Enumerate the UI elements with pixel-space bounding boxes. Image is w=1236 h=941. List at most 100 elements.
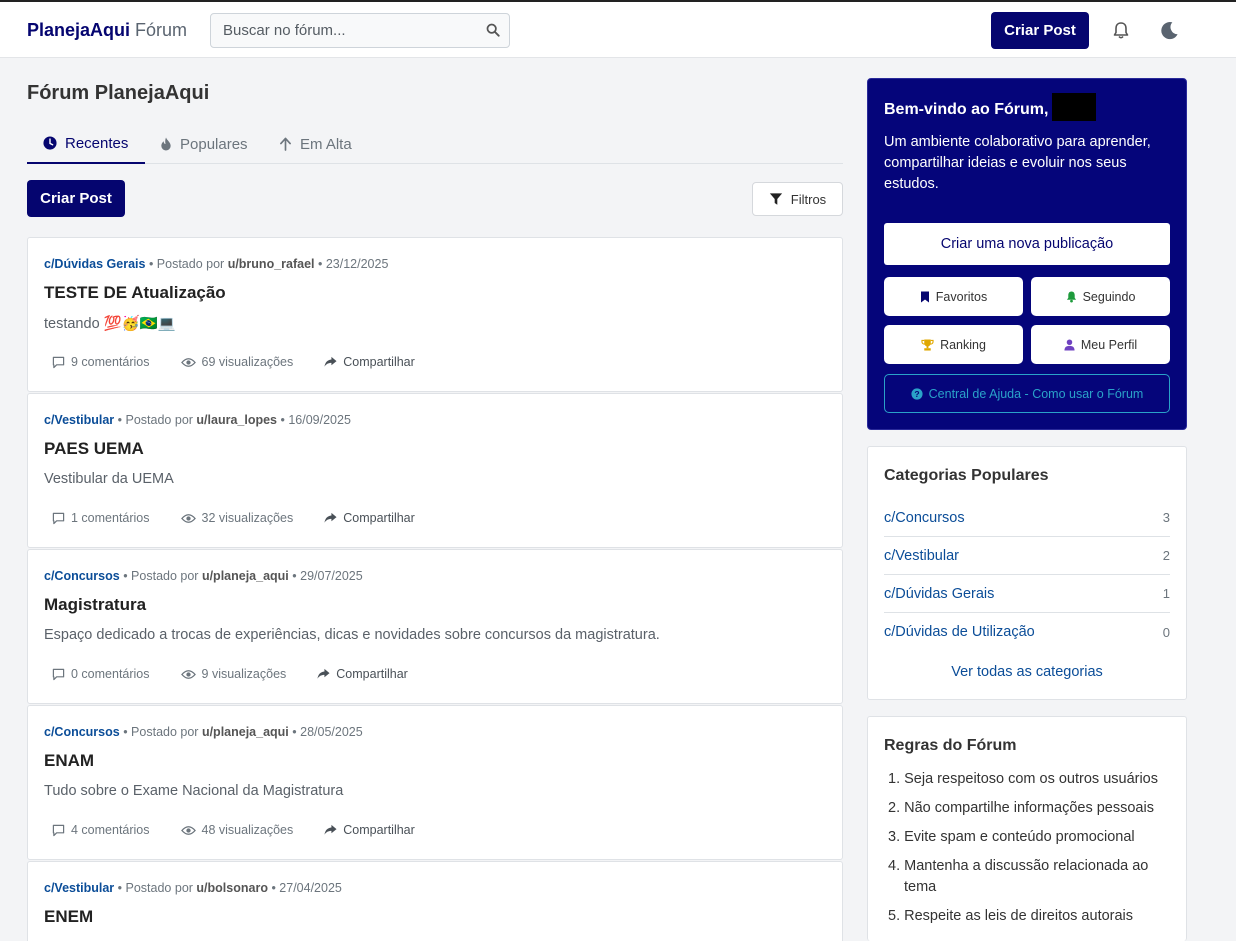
category-name[interactable]: c/Concursos <box>884 510 965 526</box>
post-date: • 23/12/2025 <box>318 257 389 271</box>
post-card[interactable]: c/Concursos • Postado por u/planeja_aqui… <box>27 705 843 860</box>
share-button[interactable]: Compartilhar <box>324 511 415 525</box>
clock-icon <box>43 136 57 150</box>
post-category-link[interactable]: c/Concursos <box>44 725 120 739</box>
search-box <box>210 13 510 48</box>
comments-button[interactable]: 9 comentários <box>52 355 150 369</box>
post-excerpt: testando 💯🥳🇧🇷💻 <box>44 316 176 332</box>
post-author-link[interactable]: u/bolsonaro <box>196 881 268 895</box>
share-label: Compartilhar <box>336 667 408 681</box>
share-label: Compartilhar <box>343 355 415 369</box>
views-label: 69 visualizações <box>201 355 294 369</box>
share-button[interactable]: Compartilhar <box>317 667 408 681</box>
post-category-link[interactable]: c/Vestibular <box>44 413 114 427</box>
forum-rules-card: Regras do Fórum 1. Seja respeitoso com o… <box>867 716 1187 941</box>
post-title[interactable]: ENEM <box>44 907 93 927</box>
comments-count: 9 comentários <box>71 355 150 369</box>
post-title[interactable]: ENAM <box>44 751 94 771</box>
post-card[interactable]: c/Vestibular • Postado por u/bolsonaro •… <box>27 861 843 941</box>
ranking-button[interactable]: Ranking <box>884 325 1023 364</box>
share-button[interactable]: Compartilhar <box>324 823 415 837</box>
post-title[interactable]: Magistratura <box>44 595 146 615</box>
post-posted-by: • Postado por <box>148 257 225 271</box>
post-meta: c/Dúvidas Gerais • Postado por u/bruno_r… <box>44 257 388 271</box>
post-date: • 29/07/2025 <box>292 569 363 583</box>
brand-logo[interactable]: PlanejaAqui Fórum <box>27 20 187 41</box>
post-date: • 28/05/2025 <box>292 725 363 739</box>
welcome-card: Bem-vindo ao Fórum, Um ambiente colabora… <box>867 78 1187 430</box>
post-category-link[interactable]: c/Vestibular <box>44 881 114 895</box>
post-author-link[interactable]: u/bruno_rafael <box>228 257 315 271</box>
rules-title: Regras do Fórum <box>884 737 1017 754</box>
help-center-button[interactable]: ? Central de Ajuda - Como usar o Fórum <box>884 374 1170 413</box>
post-meta: c/Concursos • Postado por u/planeja_aqui… <box>44 725 363 739</box>
tab-em-alta-label: Em Alta <box>300 135 352 153</box>
favorites-button[interactable]: Favoritos <box>884 277 1023 316</box>
redacted-username <box>1052 93 1097 121</box>
eye-icon <box>180 357 196 367</box>
nav-create-post-button[interactable]: Criar Post <box>991 12 1089 49</box>
post-author-link[interactable]: u/planeja_aqui <box>202 569 289 583</box>
category-name[interactable]: c/Dúvidas Gerais <box>884 586 994 602</box>
post-category-link[interactable]: c/Dúvidas Gerais <box>44 257 145 271</box>
post-actions: 1 comentários 32 visualizações Compartil… <box>52 511 446 525</box>
category-row[interactable]: c/Dúvidas Gerais 1 <box>884 575 1170 613</box>
post-card[interactable]: c/Dúvidas Gerais • Postado por u/bruno_r… <box>27 237 843 392</box>
rule-item: 5. Respeite as leis de direitos autorais <box>888 908 1134 924</box>
trophy-icon <box>921 338 934 351</box>
category-count: 1 <box>1162 586 1170 601</box>
post-date: • 16/09/2025 <box>280 413 351 427</box>
category-row[interactable]: c/Concursos 3 <box>884 499 1170 537</box>
views-count: 69 visualizações <box>180 355 294 369</box>
post-category-link[interactable]: c/Concursos <box>44 569 120 583</box>
filters-button[interactable]: Filtros <box>752 182 843 216</box>
views-count: 48 visualizações <box>180 823 294 837</box>
see-all-categories-link[interactable]: Ver todas as categorias <box>868 664 1186 680</box>
create-post-button[interactable]: Criar Post <box>27 180 125 217</box>
comments-button[interactable]: 4 comentários <box>52 823 150 837</box>
rule-item: 1. Seja respeitoso com os outros usuário… <box>888 771 1158 787</box>
tab-recentes[interactable]: Recentes <box>27 124 145 164</box>
brand-main: PlanejaAqui <box>27 20 131 40</box>
category-row[interactable]: c/Vestibular 2 <box>884 537 1170 575</box>
views-label: 48 visualizações <box>201 823 294 837</box>
share-button[interactable]: Compartilhar <box>324 355 415 369</box>
post-author-link[interactable]: u/laura_lopes <box>196 413 277 427</box>
search-icon[interactable] <box>486 23 500 42</box>
bell-icon <box>1066 291 1076 302</box>
new-publication-button[interactable]: Criar uma nova publicação <box>884 223 1170 265</box>
post-posted-by: • Postado por <box>123 725 199 739</box>
post-posted-by: • Postado por <box>117 881 193 895</box>
tab-em-alta[interactable]: Em Alta <box>279 124 352 164</box>
post-posted-by: • Postado por <box>117 413 193 427</box>
post-card[interactable]: c/Vestibular • Postado por u/laura_lopes… <box>27 393 843 548</box>
comments-count: 1 comentários <box>71 511 150 525</box>
filters-label: Filtros <box>790 191 827 207</box>
post-author-link[interactable]: u/planeja_aqui <box>202 725 289 739</box>
category-row[interactable]: c/Dúvidas de Utilização 0 <box>884 613 1170 651</box>
tab-populares[interactable]: Populares <box>160 124 248 164</box>
dark-mode-moon-icon[interactable] <box>1160 21 1179 45</box>
post-title[interactable]: PAES UEMA <box>44 439 144 459</box>
profile-button[interactable]: Meu Perfil <box>1031 325 1170 364</box>
eye-icon <box>180 669 196 679</box>
post-card[interactable]: c/Concursos • Postado por u/planeja_aqui… <box>27 549 843 704</box>
category-name[interactable]: c/Vestibular <box>884 548 959 564</box>
svg-text:?: ? <box>914 389 919 399</box>
post-title[interactable]: TESTE DE Atualização <box>44 283 226 303</box>
brand-sub: Fórum <box>135 20 188 40</box>
category-name[interactable]: c/Dúvidas de Utilização <box>884 624 1035 640</box>
views-label: 9 visualizações <box>201 667 287 681</box>
comments-count: 0 comentários <box>71 667 150 681</box>
categories-title: Categorias Populares <box>884 467 1049 484</box>
notifications-bell-icon[interactable] <box>1112 21 1130 45</box>
help-center-label: Central de Ajuda - Como usar o Fórum <box>928 386 1144 401</box>
following-button[interactable]: Seguindo <box>1031 277 1170 316</box>
comments-button[interactable]: 0 comentários <box>52 667 150 681</box>
comments-button[interactable]: 1 comentários <box>52 511 150 525</box>
rules-list: 1. Seja respeitoso com os outros usuário… <box>888 769 1174 935</box>
post-meta: c/Concursos • Postado por u/planeja_aqui… <box>44 569 363 583</box>
post-excerpt: Espaço dedicado a trocas de experiências… <box>44 627 660 643</box>
category-count: 2 <box>1162 548 1170 563</box>
search-input[interactable] <box>211 14 471 47</box>
